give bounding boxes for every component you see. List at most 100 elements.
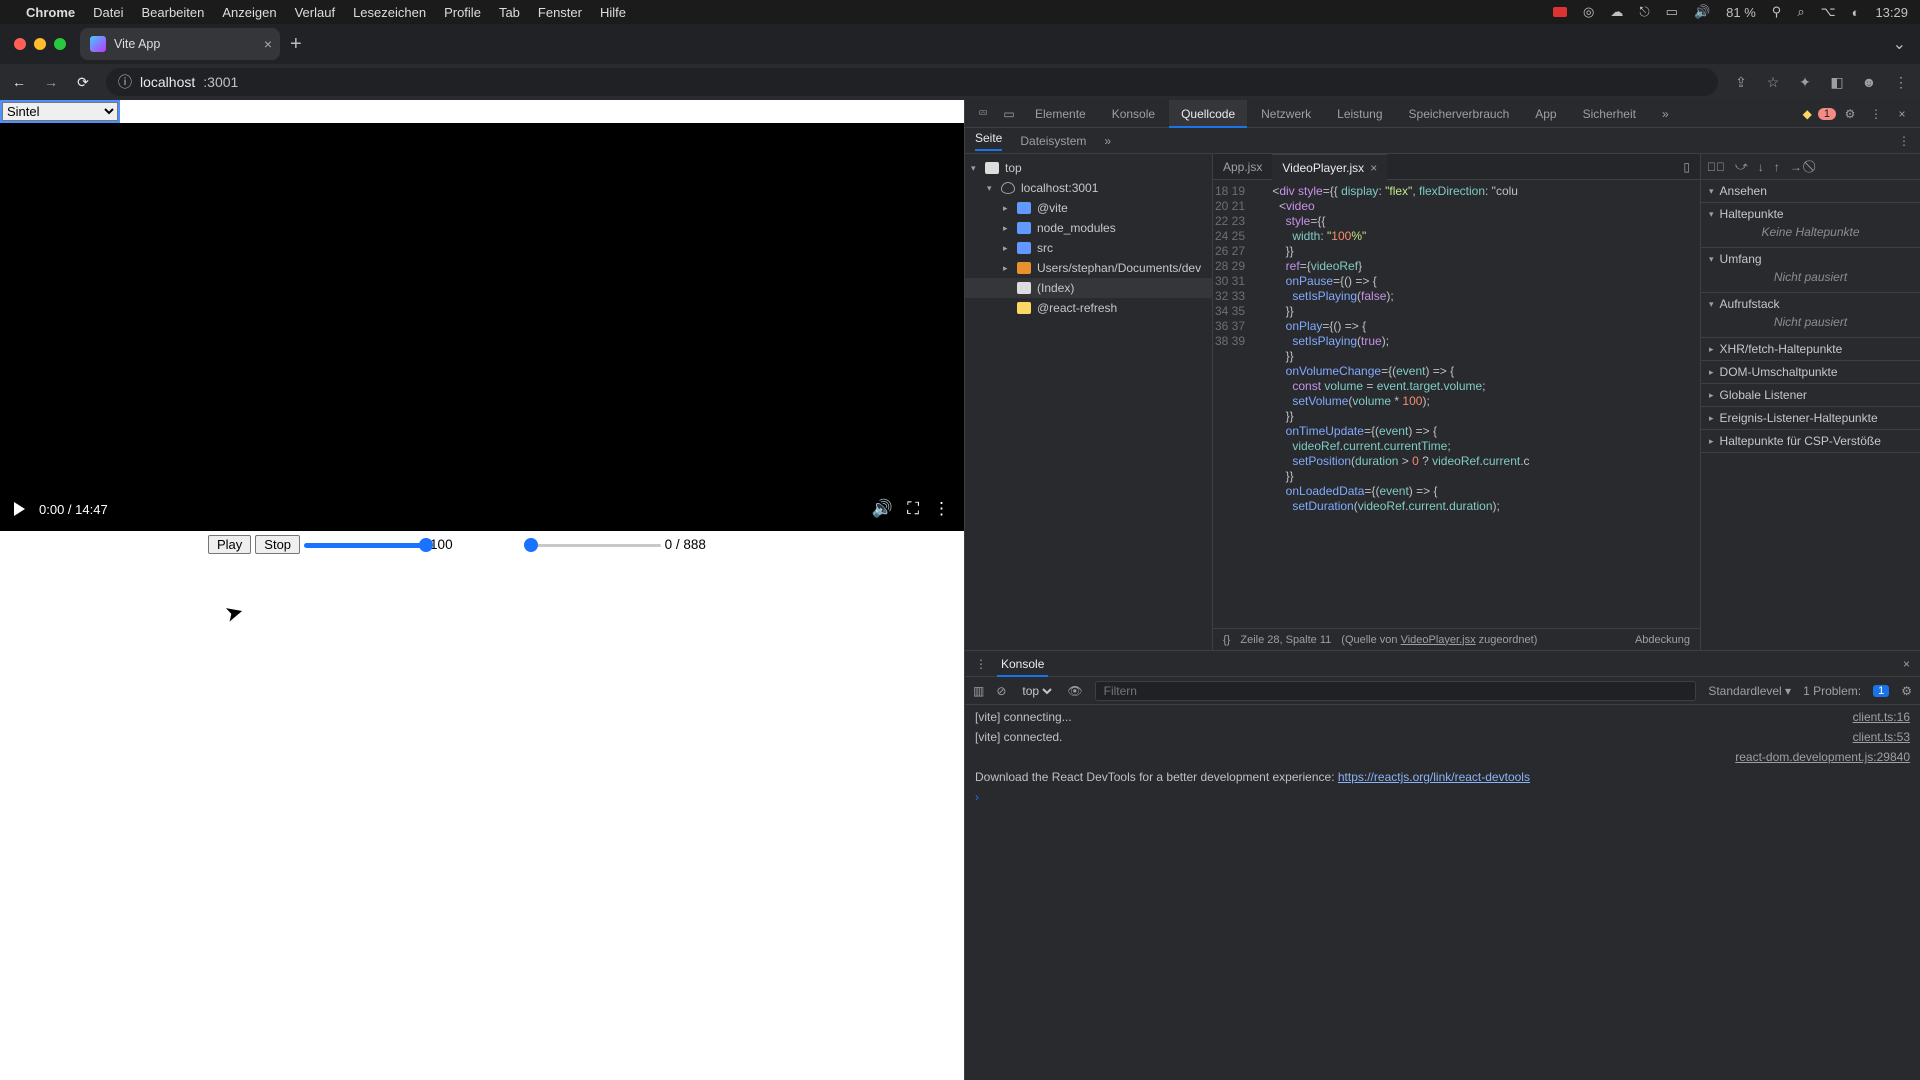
console-problems-label[interactable]: 1 Problem: — [1803, 684, 1861, 698]
profile-icon[interactable]: ☻ — [1860, 74, 1878, 90]
clock[interactable]: 13:29 — [1875, 5, 1908, 20]
menu-datei[interactable]: Datei — [93, 5, 123, 20]
video-fullscreen-icon[interactable]: ⛶ — [907, 499, 919, 519]
screen-record-icon[interactable] — [1553, 7, 1567, 17]
breakpoints-section[interactable]: HaltepunkteKeine Haltepunkte — [1701, 203, 1920, 248]
console-filter-input[interactable] — [1095, 681, 1697, 701]
console-context-select[interactable]: top — [1018, 683, 1055, 699]
devtools-error-badge[interactable]: 1 — [1818, 108, 1836, 120]
sidepanel-icon[interactable]: ◧ — [1828, 74, 1846, 91]
tabs-menu-icon[interactable]: ⌄ — [1893, 34, 1906, 54]
site-info-icon[interactable]: ⓘ — [118, 72, 132, 92]
window-close-button[interactable] — [14, 38, 26, 50]
browser-tab[interactable]: Vite App × — [80, 28, 280, 60]
console-clear-icon[interactable]: ⊘ — [996, 684, 1006, 698]
devtools-issues-icon[interactable]: ◆ — [1803, 107, 1812, 121]
video-select[interactable]: Sintel — [2, 102, 118, 121]
focus-icon[interactable]: ◎ — [1583, 4, 1594, 20]
devtools-tab-console[interactable]: Konsole — [1100, 100, 1167, 128]
video-mute-icon[interactable]: 🔊 — [872, 499, 893, 519]
display-icon[interactable]: ▭ — [1666, 4, 1678, 20]
devtools-close-icon[interactable]: × — [1890, 107, 1914, 121]
devtools-tab-memory[interactable]: Speicherverbrauch — [1397, 100, 1522, 128]
sources-tab-filesystem[interactable]: Dateisystem — [1020, 134, 1086, 148]
sources-tab-more[interactable]: » — [1104, 134, 1111, 148]
devtools-tab-elements[interactable]: Elemente — [1023, 100, 1098, 128]
tree-top[interactable]: ▾top — [965, 158, 1212, 178]
stop-button[interactable]: Stop — [255, 535, 300, 554]
devtools-tab-network[interactable]: Netzwerk — [1249, 100, 1323, 128]
devtools-tab-sources[interactable]: Quellcode — [1169, 100, 1247, 128]
cloud-icon[interactable]: ☁︎ — [1610, 4, 1623, 20]
menu-profile[interactable]: Profile — [444, 5, 481, 20]
window-zoom-button[interactable] — [54, 38, 66, 50]
handoff-icon[interactable]: ⎋ — [1639, 4, 1649, 20]
watch-section[interactable]: Ansehen — [1701, 180, 1920, 203]
menu-anzeigen[interactable]: Anzeigen — [222, 5, 276, 20]
control-center-icon[interactable]: ⌥ — [1821, 4, 1836, 20]
menu-bearbeiten[interactable]: Bearbeiten — [141, 5, 204, 20]
position-slider[interactable] — [531, 537, 661, 553]
menu-hilfe[interactable]: Hilfe — [600, 5, 626, 20]
app-name[interactable]: Chrome — [26, 5, 75, 20]
chrome-menu-icon[interactable]: ⋮ — [1892, 74, 1910, 91]
console-problems-badge[interactable]: 1 — [1873, 685, 1889, 697]
address-bar[interactable]: ⓘ localhost:3001 — [106, 68, 1718, 96]
reload-button-icon[interactable]: ⟳ — [74, 74, 92, 91]
console-live-icon[interactable]: 👁 — [1067, 684, 1082, 698]
tree-host[interactable]: ▾localhost:3001 — [965, 178, 1212, 198]
sources-menu-icon[interactable]: ⋮ — [1898, 134, 1910, 148]
siri-icon[interactable]: ◐ — [1852, 5, 1860, 20]
code-lines[interactable]: <div style={{ display: "flex", flexDirec… — [1253, 180, 1700, 628]
editor-tab-app[interactable]: App.jsx — [1213, 154, 1272, 180]
devtools-tab-application[interactable]: App — [1523, 100, 1568, 128]
code-editor[interactable]: 18 19 20 21 22 23 24 25 26 27 28 29 30 3… — [1213, 180, 1700, 628]
extensions-icon[interactable]: ✦ — [1796, 74, 1814, 91]
wifi-icon[interactable]: ⚲ — [1772, 4, 1782, 20]
volume-slider[interactable] — [304, 537, 426, 553]
drawer-close-icon[interactable]: × — [1903, 657, 1910, 671]
debugger-resume-icon[interactable]: ▸⃓ — [1707, 160, 1725, 174]
debugger-step-icon[interactable]: → — [1790, 160, 1802, 174]
tree-folder-vite[interactable]: ▸@vite — [965, 198, 1212, 218]
devtools-tab-security[interactable]: Sicherheit — [1571, 100, 1648, 128]
menu-verlauf[interactable]: Verlauf — [295, 5, 335, 20]
play-button[interactable]: Play — [208, 535, 251, 554]
devtools-settings-icon[interactable]: ⚙ — [1838, 107, 1862, 121]
share-icon[interactable]: ⇪ — [1732, 74, 1750, 91]
console-level-select[interactable]: Standardlevel ▾ — [1708, 684, 1791, 698]
devtools-tab-performance[interactable]: Leistung — [1325, 100, 1394, 128]
new-tab-button[interactable]: + — [290, 33, 302, 56]
spotlight-icon[interactable]: ⌕ — [1797, 4, 1804, 20]
window-minimize-button[interactable] — [34, 38, 46, 50]
video-play-icon[interactable] — [14, 502, 25, 516]
tab-close-icon[interactable]: × — [264, 36, 272, 52]
debugger-stepin-icon[interactable]: ↓ — [1758, 160, 1764, 174]
video-element[interactable]: 0:00 / 14:47 🔊 ⛶ ⋮ — [0, 123, 964, 531]
global-listeners-section[interactable]: Globale Listener — [1701, 384, 1920, 407]
menu-lesezeichen[interactable]: Lesezeichen — [353, 5, 426, 20]
scope-section[interactable]: UmfangNicht pausiert — [1701, 248, 1920, 293]
tree-folder-users[interactable]: ▸Users/stephan/Documents/dev — [965, 258, 1212, 278]
csp-bp-section[interactable]: Haltepunkte für CSP-Verstöße — [1701, 430, 1920, 453]
event-bp-section[interactable]: Ereignis-Listener-Haltepunkte — [1701, 407, 1920, 430]
tree-folder-src[interactable]: ▸src — [965, 238, 1212, 258]
device-toolbar-icon[interactable]: ▭ — [997, 107, 1021, 121]
menu-tab[interactable]: Tab — [499, 5, 520, 20]
volume-icon[interactable]: 🔊 — [1694, 4, 1710, 20]
bookmark-icon[interactable]: ☆ — [1764, 74, 1782, 91]
video-more-icon[interactable]: ⋮ — [933, 499, 950, 519]
editor-tab-close-icon[interactable]: × — [1370, 161, 1377, 175]
editor-tab-videoplayer[interactable]: VideoPlayer.jsx× — [1272, 154, 1387, 180]
back-button-icon[interactable]: ← — [10, 74, 28, 90]
console-settings-icon[interactable]: ⚙ — [1901, 684, 1912, 698]
inspect-element-icon[interactable]: ⮹ — [971, 106, 995, 121]
debugger-stepout-icon[interactable]: ↑ — [1774, 160, 1780, 174]
coverage-label[interactable]: Abdeckung — [1635, 634, 1690, 646]
console-messages[interactable]: [vite] connecting...client.ts:16[vite] c… — [965, 705, 1920, 1080]
drawer-menu-icon[interactable]: ⋮ — [975, 657, 987, 671]
drawer-tab-console[interactable]: Konsole — [997, 651, 1048, 677]
debugger-stepover-icon[interactable]: ⤻ — [1735, 159, 1748, 174]
sources-tab-page[interactable]: Seite — [975, 131, 1002, 151]
dom-bp-section[interactable]: DOM-Umschaltpunkte — [1701, 361, 1920, 384]
